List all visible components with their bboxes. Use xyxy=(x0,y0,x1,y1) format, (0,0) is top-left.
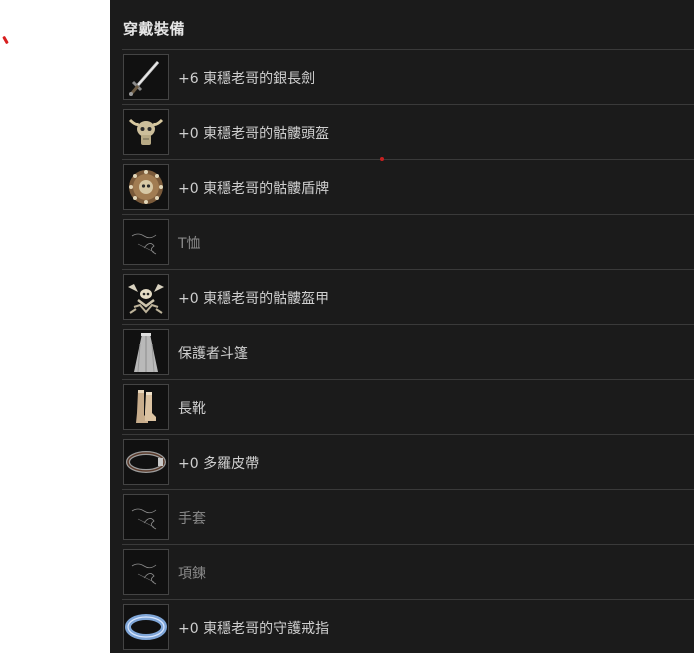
equipment-row-weapon[interactable]: +6 東穩老哥的銀長劍 xyxy=(122,49,694,104)
equipment-row-ring[interactable]: +0 東穩老哥的守護戒指 xyxy=(122,599,694,654)
boots-icon[interactable] xyxy=(123,384,169,430)
equipment-row-tshirt[interactable]: T恤 xyxy=(122,214,694,269)
item-name: +0 東穩老哥的骷髏頭盔 xyxy=(178,126,330,142)
item-name: 手套 xyxy=(178,511,206,527)
skull-helmet-icon[interactable] xyxy=(123,109,169,155)
belt-icon[interactable] xyxy=(123,439,169,485)
item-name: +0 東穩老哥的骷髏盔甲 xyxy=(178,291,330,307)
empty-slot-icon[interactable] xyxy=(123,549,169,595)
skull-shield-icon[interactable] xyxy=(123,164,169,210)
ring-icon[interactable] xyxy=(123,604,169,650)
equipment-row-gloves[interactable]: 手套 xyxy=(122,489,694,544)
item-name: 項鍊 xyxy=(178,566,206,582)
red-mark xyxy=(2,35,9,45)
item-name: T恤 xyxy=(178,236,201,252)
equipment-panel: 穿戴裝備 +6 東穩老哥的銀長劍 +0 東穩老哥的骷髏頭盔 +0 東穩老哥的骷髏… xyxy=(110,0,694,653)
left-blank-area xyxy=(0,0,110,653)
sword-icon[interactable] xyxy=(123,54,169,100)
equipment-row-necklace[interactable]: 項鍊 xyxy=(122,544,694,599)
item-name: +0 東穩老哥的守護戒指 xyxy=(178,621,330,637)
item-name: +6 東穩老哥的銀長劍 xyxy=(178,71,316,87)
empty-slot-icon[interactable] xyxy=(123,219,169,265)
panel-title: 穿戴裝備 xyxy=(123,20,186,38)
item-name: 長靴 xyxy=(178,401,206,417)
empty-slot-icon[interactable] xyxy=(123,494,169,540)
cloak-icon[interactable] xyxy=(123,329,169,375)
equipment-row-belt[interactable]: +0 多羅皮帶 xyxy=(122,434,694,489)
item-name: +0 多羅皮帶 xyxy=(178,456,260,472)
skull-armor-icon[interactable] xyxy=(123,274,169,320)
equipment-row-boots[interactable]: 長靴 xyxy=(122,379,694,434)
equipment-row-cloak[interactable]: 保護者斗篷 xyxy=(122,324,694,379)
equipment-row-armor[interactable]: +0 東穩老哥的骷髏盔甲 xyxy=(122,269,694,324)
item-name: +0 東穩老哥的骷髏盾牌 xyxy=(178,181,330,197)
equipment-list: +6 東穩老哥的銀長劍 +0 東穩老哥的骷髏頭盔 +0 東穩老哥的骷髏盾牌 T恤… xyxy=(122,49,694,654)
equipment-row-shield[interactable]: +0 東穩老哥的骷髏盾牌 xyxy=(122,159,694,214)
red-dot xyxy=(380,157,384,161)
item-name: 保護者斗篷 xyxy=(178,346,248,362)
equipment-row-helmet[interactable]: +0 東穩老哥的骷髏頭盔 xyxy=(122,104,694,159)
